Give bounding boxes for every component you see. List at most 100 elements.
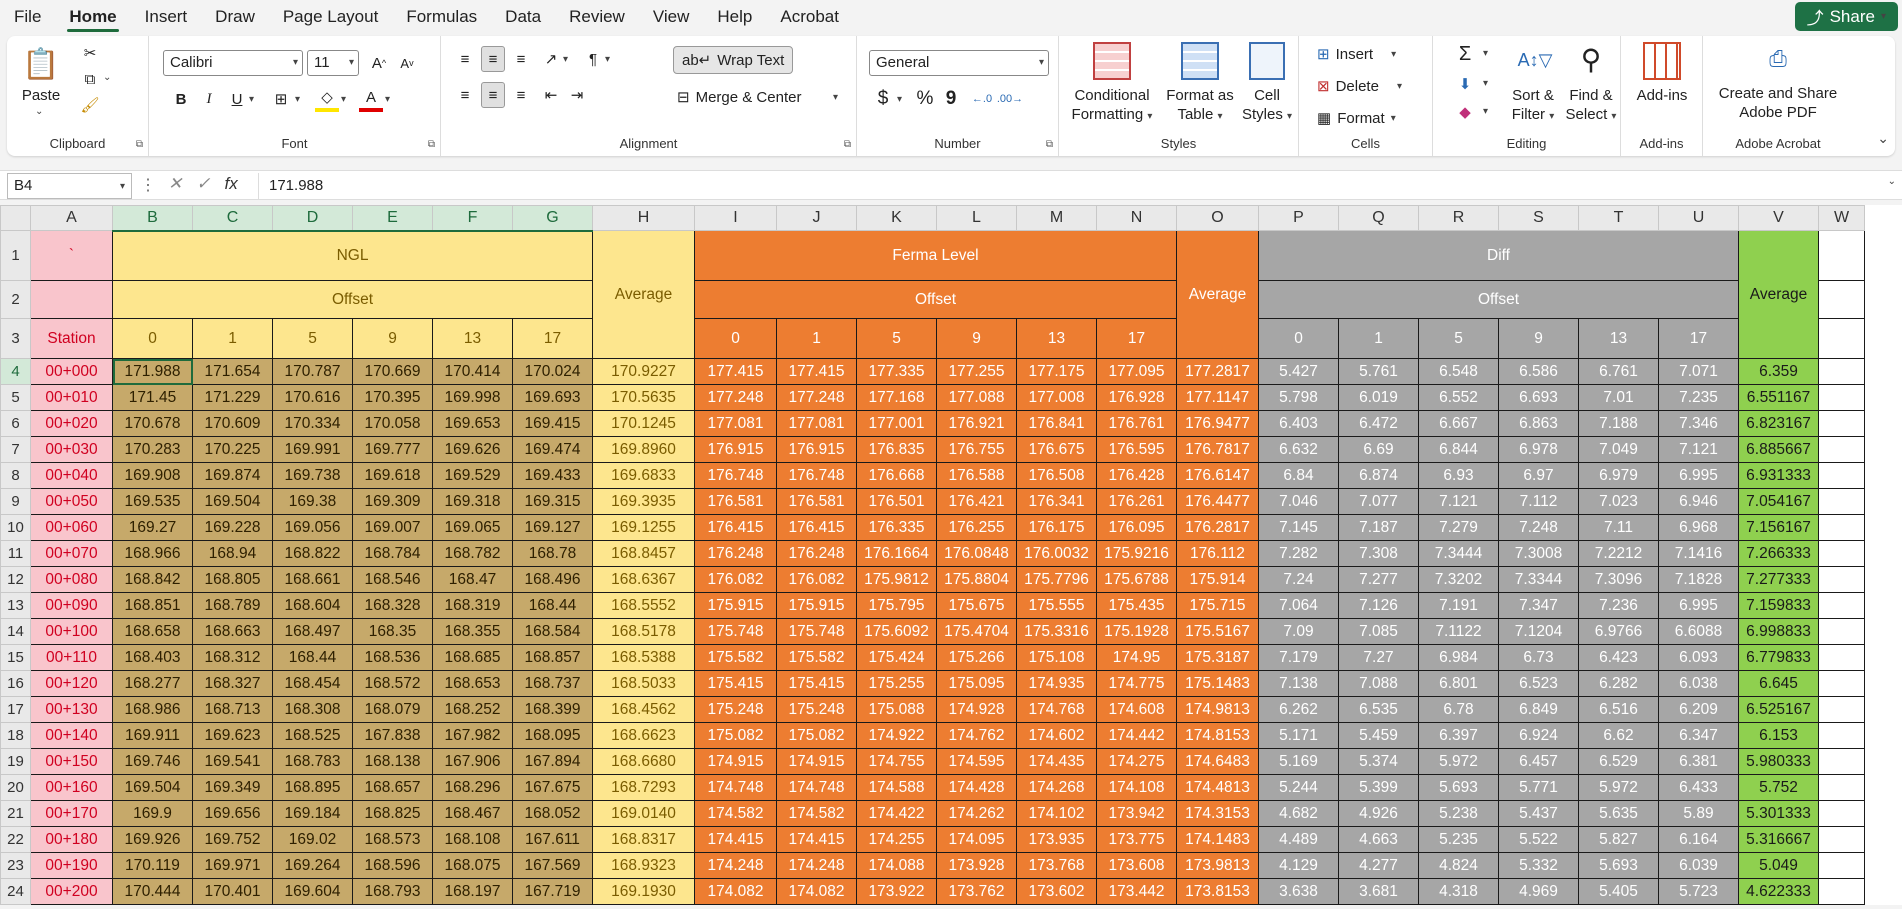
table-cell[interactable]: 175.748	[694, 618, 777, 645]
table-cell[interactable]: 175.088	[856, 696, 937, 723]
row-header[interactable]: 20	[0, 774, 31, 801]
add-ins-button[interactable]: Add-ins	[1625, 86, 1699, 105]
diff-offset[interactable]: 17	[1658, 318, 1739, 359]
table-cell[interactable]: 170.024	[512, 358, 593, 385]
cell-w[interactable]	[1818, 318, 1865, 359]
table-cell[interactable]: 169.02	[272, 826, 353, 853]
collapse-ribbon-icon[interactable]: ⌄	[1877, 130, 1889, 147]
table-cell[interactable]: 7.236	[1578, 592, 1659, 619]
table-cell[interactable]: 168.6367	[592, 566, 695, 593]
expand-formula-icon[interactable]: ⌄	[1888, 176, 1896, 187]
table-cell[interactable]: 169.349	[192, 774, 273, 801]
table-cell[interactable]: 176.508	[1016, 462, 1097, 489]
conditional-formatting-icon[interactable]	[1093, 42, 1131, 80]
table-cell[interactable]: 6.019	[1338, 384, 1419, 411]
number-format-select[interactable]: General ▾	[869, 50, 1049, 76]
table-cell[interactable]: 6.801	[1418, 670, 1499, 697]
column-header-g[interactable]: G	[512, 205, 593, 232]
table-cell[interactable]: 6.885667	[1738, 436, 1819, 463]
table-cell[interactable]: 168.138	[352, 748, 433, 775]
cell-w[interactable]	[1818, 358, 1865, 385]
cell-w[interactable]	[1818, 826, 1865, 853]
table-cell[interactable]: 5.693	[1578, 852, 1659, 879]
cell-w[interactable]	[1818, 618, 1865, 645]
table-cell[interactable]: 5.522	[1498, 826, 1579, 853]
table-cell[interactable]: 168.403	[112, 644, 193, 671]
station-cell[interactable]: 00+030	[30, 436, 113, 463]
table-cell[interactable]: 3.638	[1258, 878, 1339, 905]
table-cell[interactable]: 175.415	[694, 670, 777, 697]
table-cell[interactable]: 168.663	[192, 618, 273, 645]
row-header[interactable]: 15	[0, 644, 31, 671]
station-cell[interactable]: 00+140	[30, 722, 113, 749]
table-cell[interactable]: 175.415	[776, 670, 857, 697]
table-cell[interactable]: 176.755	[936, 436, 1017, 463]
table-cell[interactable]: 169.998	[432, 384, 513, 411]
table-cell[interactable]: 174.415	[694, 826, 777, 853]
table-cell[interactable]: 173.9813	[1176, 852, 1259, 879]
table-cell[interactable]: 175.748	[776, 618, 857, 645]
table-cell[interactable]: 176.082	[776, 566, 857, 593]
table-cell[interactable]: 168.496	[512, 566, 593, 593]
table-cell[interactable]: 6.381	[1658, 748, 1739, 775]
station-cell[interactable]: 00+020	[30, 410, 113, 437]
station-cell[interactable]: 00+180	[30, 826, 113, 853]
table-cell[interactable]: 170.609	[192, 410, 273, 437]
table-cell[interactable]: 177.1147	[1176, 384, 1259, 411]
table-cell[interactable]: 168.44	[512, 592, 593, 619]
row-header[interactable]: 11	[0, 540, 31, 567]
table-cell[interactable]: 6.84	[1258, 462, 1339, 489]
table-cell[interactable]: 4.682	[1258, 800, 1339, 827]
station-cell[interactable]: 00+050	[30, 488, 113, 515]
table-cell[interactable]: 175.435	[1096, 592, 1177, 619]
table-cell[interactable]: 168.328	[352, 592, 433, 619]
row-header[interactable]: 4	[0, 358, 31, 385]
table-cell[interactable]: 168.842	[112, 566, 193, 593]
table-cell[interactable]: 4.969	[1498, 878, 1579, 905]
table-cell[interactable]: 7.2212	[1578, 540, 1659, 567]
table-cell[interactable]: 5.049	[1738, 852, 1819, 879]
table-cell[interactable]: 5.244	[1258, 774, 1339, 801]
table-cell[interactable]: 7.121	[1658, 436, 1739, 463]
table-cell[interactable]: 168.657	[352, 774, 433, 801]
table-cell[interactable]: 7.1828	[1658, 566, 1739, 593]
table-cell[interactable]: 4.318	[1418, 878, 1499, 905]
table-cell[interactable]: 168.5552	[592, 592, 695, 619]
column-header-s[interactable]: S	[1498, 205, 1579, 231]
table-cell[interactable]: 169.27	[112, 514, 193, 541]
station-cell[interactable]: 00+170	[30, 800, 113, 827]
ferma-offset[interactable]: 17	[1096, 318, 1177, 359]
table-cell[interactable]: 6.359	[1738, 358, 1819, 385]
table-cell[interactable]: 7.064	[1258, 592, 1339, 619]
table-cell[interactable]: 169.3935	[592, 488, 695, 515]
table-cell[interactable]: 171.654	[192, 358, 273, 385]
station-cell[interactable]: 00+100	[30, 618, 113, 645]
clear-icon[interactable]: ◆	[1453, 100, 1477, 124]
table-cell[interactable]: 176.595	[1096, 436, 1177, 463]
table-cell[interactable]: 168.653	[432, 670, 513, 697]
table-cell[interactable]: 169.504	[112, 774, 193, 801]
table-cell[interactable]: 168.78	[512, 540, 593, 567]
table-cell[interactable]: 5.771	[1498, 774, 1579, 801]
table-cell[interactable]: 170.401	[192, 878, 273, 905]
table-cell[interactable]: 5.238	[1418, 800, 1499, 827]
table-cell[interactable]: 176.588	[936, 462, 1017, 489]
cell-w[interactable]	[1818, 592, 1865, 619]
diff-average-header[interactable]: Average	[1738, 230, 1819, 359]
table-cell[interactable]: 174.082	[776, 878, 857, 905]
table-cell[interactable]: 6.164	[1658, 826, 1739, 853]
table-cell[interactable]: 175.4704	[936, 618, 1017, 645]
table-cell[interactable]: 175.582	[694, 644, 777, 671]
table-cell[interactable]: 5.798	[1258, 384, 1339, 411]
row-header[interactable]: 18	[0, 722, 31, 749]
table-cell[interactable]: 168.825	[352, 800, 433, 827]
merge-center-button[interactable]: ⊟ Merge & Center	[677, 84, 801, 110]
decrease-indent-icon[interactable]: ⇤	[539, 82, 563, 108]
table-cell[interactable]: 177.415	[776, 358, 857, 385]
table-cell[interactable]: 167.838	[352, 722, 433, 749]
table-cell[interactable]: 176.668	[856, 462, 937, 489]
table-cell[interactable]: 7.235	[1658, 384, 1739, 411]
table-cell[interactable]: 169.474	[512, 436, 593, 463]
table-cell[interactable]: 169.926	[112, 826, 193, 853]
table-cell[interactable]: 177.088	[936, 384, 1017, 411]
